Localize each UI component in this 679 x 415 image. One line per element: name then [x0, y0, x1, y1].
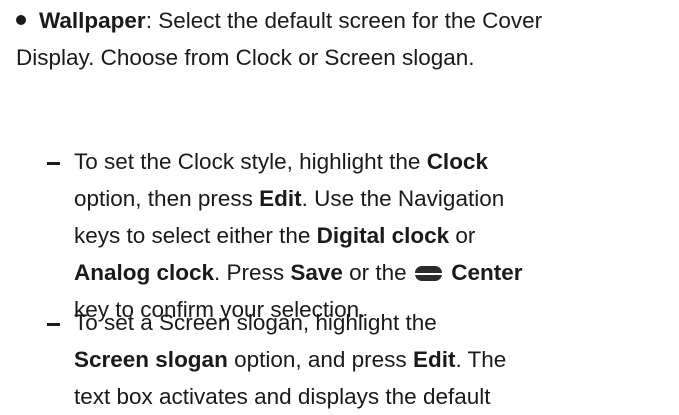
clock-step-text: or: [449, 223, 476, 248]
analog-clock-term: Analog clock: [74, 260, 215, 285]
wallpaper-line-2: Display. Choose from Clock or Screen slo…: [16, 39, 676, 76]
clock-step: To set the Clock style, highlight the Cl…: [44, 143, 674, 328]
slogan-step-text: text box activates and displays the defa…: [74, 384, 491, 409]
slogan-step-text: . The: [455, 347, 507, 372]
wallpaper-term: Wallpaper: [39, 8, 146, 33]
center-term: Center: [451, 260, 523, 285]
clock-step-text: or the: [342, 260, 413, 285]
slogan-step-line-1: To set a Screen slogan, highlight the: [44, 304, 674, 341]
clock-step-text: To set the Clock style, highlight the: [74, 149, 427, 174]
slogan-step-text: To set a Screen slogan, highlight the: [74, 310, 437, 335]
document-page: Wallpaper: Select the default screen for…: [0, 0, 679, 409]
slogan-step-text: option, and press: [227, 347, 413, 372]
slogan-step: To set a Screen slogan, highlight the Sc…: [44, 304, 674, 415]
wallpaper-desc-2: Display. Choose from Clock or Screen slo…: [16, 45, 475, 70]
dash-icon: [47, 162, 60, 165]
clock-step-text: . Press: [214, 260, 291, 285]
bullet-icon: [16, 15, 26, 25]
digital-clock-term: Digital clock: [316, 223, 450, 248]
wallpaper-desc-1: : Select the default screen for the Cove…: [145, 8, 543, 33]
clock-term: Clock: [426, 149, 488, 174]
slogan-step-line-3: text box activates and displays the defa…: [44, 378, 674, 415]
clock-step-line-1: To set the Clock style, highlight the Cl…: [44, 143, 674, 180]
clock-step-text: keys to select either the: [74, 223, 317, 248]
clock-step-text: . Use the Navigation: [301, 186, 505, 211]
center-key-icon: [414, 266, 442, 281]
slogan-step-line-2: Screen slogan option, and press Edit. Th…: [44, 341, 674, 378]
screen-slogan-term: Screen slogan: [74, 347, 228, 372]
wallpaper-bullet: Wallpaper: Select the default screen for…: [16, 2, 676, 76]
clock-step-line-2: option, then press Edit. Use the Navigat…: [44, 180, 674, 217]
clock-step-line-3: keys to select either the Digital clock …: [44, 217, 674, 254]
clock-step-line-4: Analog clock. Press Save or the Center: [44, 254, 674, 291]
wallpaper-line-1: Wallpaper: Select the default screen for…: [16, 2, 676, 39]
edit-term: Edit: [412, 347, 456, 372]
clock-step-text: option, then press: [74, 186, 260, 211]
dash-icon: [47, 323, 60, 326]
edit-term: Edit: [259, 186, 302, 211]
save-term: Save: [290, 260, 343, 285]
